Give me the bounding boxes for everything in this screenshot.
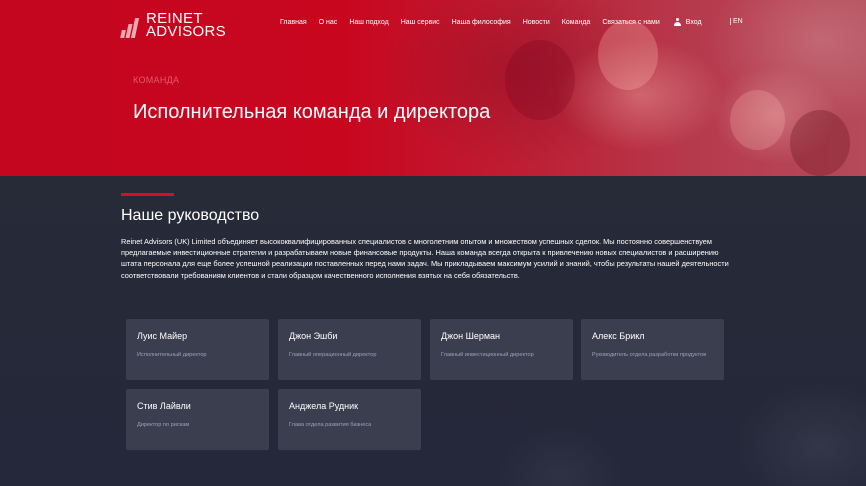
language-switch[interactable]: EN — [730, 18, 743, 25]
nav-team[interactable]: Команда — [562, 19, 591, 26]
nav-about[interactable]: О нас — [319, 19, 338, 26]
team-member-name: Джон Эшби — [289, 331, 338, 341]
team-member-role: Директор по рискам — [137, 422, 190, 428]
brand-name: REINET ADVISORS — [146, 10, 226, 40]
section-accent-line — [121, 193, 174, 196]
team-member-name: Алекс Брикл — [592, 331, 645, 341]
hero-kicker: КОМАНДА — [133, 75, 180, 85]
hero-photo-figure — [598, 20, 658, 90]
team-member-name: Анджела Рудник — [289, 401, 359, 411]
team-card[interactable]: Стив Лайвли Директор по рискам — [126, 389, 269, 450]
hero-photo-figure — [505, 40, 575, 120]
team-member-role: Исполнительный директор — [137, 352, 207, 358]
main-nav: Главная О нас Наш подход Наш сервис Наша… — [280, 18, 702, 26]
nav-services[interactable]: Наш сервис — [401, 19, 440, 26]
team-card[interactable]: Джон Шерман Главный инвестиционный дирек… — [430, 319, 573, 380]
brand-logo[interactable]: REINET ADVISORS — [120, 10, 226, 40]
nav-news[interactable]: Новости — [523, 19, 550, 26]
nav-home[interactable]: Главная — [280, 19, 307, 26]
team-member-role: Главный операционный директор — [289, 352, 377, 358]
team-card[interactable]: Анджела Рудник Глава отдела развития биз… — [278, 389, 421, 450]
logo-bars-icon — [120, 12, 142, 38]
team-member-role: Руководитель отдела разработки продуктов — [592, 352, 707, 358]
nav-philosophy[interactable]: Наша философия — [452, 19, 511, 26]
team-member-name: Джон Шерман — [441, 331, 501, 341]
user-icon — [673, 18, 681, 26]
section-title: Наше руководство — [121, 207, 260, 224]
page-title: Исполнительная команда и директора — [133, 101, 491, 123]
nav-approach[interactable]: Наш подход — [349, 19, 388, 26]
login-link[interactable]: Вход — [673, 18, 702, 26]
hero-photo-figure — [790, 110, 850, 176]
team-card[interactable]: Алекс Брикл Руководитель отдела разработ… — [581, 319, 724, 380]
nav-contact[interactable]: Связаться с нами — [602, 19, 659, 26]
login-label: Вход — [685, 18, 702, 26]
team-member-name: Луис Майер — [137, 331, 188, 341]
section-description: Reinet Advisors (UK) Limited объединяет … — [121, 237, 729, 280]
team-member-role: Глава отдела развития бизнеса — [289, 422, 372, 428]
team-member-name: Стив Лайвли — [137, 401, 191, 411]
team-member-role: Главный инвестиционный директор — [441, 352, 534, 358]
hero-photo-figure — [730, 90, 785, 150]
team-card[interactable]: Луис Майер Исполнительный директор — [126, 319, 269, 380]
team-card[interactable]: Джон Эшби Главный операционный директор — [278, 319, 421, 380]
